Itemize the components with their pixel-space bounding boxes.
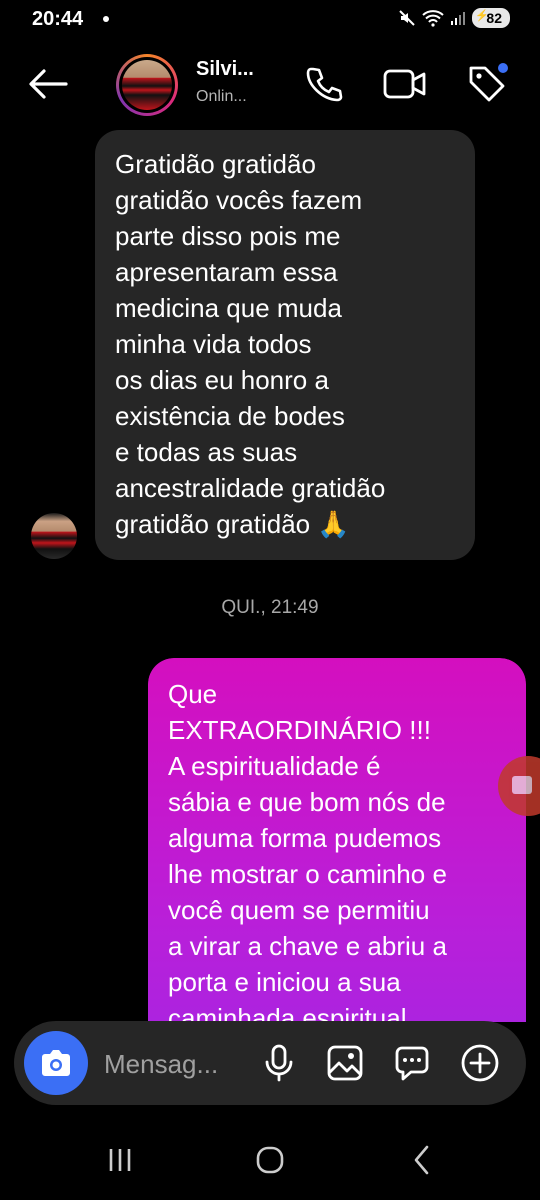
recent-apps-button[interactable] bbox=[90, 1140, 150, 1180]
voice-call-button[interactable] bbox=[299, 62, 347, 106]
home-button[interactable] bbox=[240, 1140, 300, 1180]
wifi-icon bbox=[422, 10, 445, 27]
recent-apps-icon bbox=[109, 1149, 131, 1171]
tag-icon bbox=[469, 63, 508, 102]
back-button[interactable] bbox=[26, 66, 70, 102]
notification-dot-icon bbox=[103, 16, 109, 22]
sender-avatar[interactable] bbox=[31, 513, 77, 559]
image-icon bbox=[327, 1045, 363, 1081]
sticker-icon bbox=[395, 1046, 429, 1081]
outgoing-message-clip: Que EXTRAORDINÁRIO !!! A espiritualidade… bbox=[148, 658, 526, 1022]
video-camera-icon bbox=[383, 69, 426, 99]
status-time: 20:44 bbox=[32, 8, 84, 30]
video-call-button[interactable] bbox=[381, 62, 429, 106]
camera-button[interactable] bbox=[24, 1031, 88, 1095]
signal-icon bbox=[451, 12, 466, 25]
status-icons: 82 bbox=[398, 8, 510, 28]
more-options-button[interactable] bbox=[458, 1041, 502, 1085]
contact-status: Onlin... bbox=[196, 88, 247, 105]
incoming-message-text: Gratidão gratidão gratidão vocês fazem p… bbox=[115, 149, 386, 539]
system-navigation-bar bbox=[0, 1120, 540, 1200]
tag-button[interactable] bbox=[463, 62, 511, 106]
microphone-icon bbox=[265, 1044, 293, 1082]
contact-name[interactable]: Silvi... bbox=[196, 58, 254, 81]
camera-icon bbox=[42, 1050, 70, 1076]
voice-message-button[interactable] bbox=[257, 1041, 301, 1085]
message-timestamp: QUI., 21:49 bbox=[221, 597, 319, 618]
sticker-button[interactable] bbox=[390, 1041, 434, 1085]
home-icon bbox=[256, 1146, 284, 1174]
battery-indicator: 82 bbox=[472, 8, 510, 28]
contact-avatar[interactable] bbox=[116, 54, 178, 116]
outgoing-message-text: Que EXTRAORDINÁRIO !!! A espiritualidade… bbox=[168, 679, 447, 1022]
message-composer bbox=[14, 1021, 526, 1105]
status-bar: 20:44 82 bbox=[0, 0, 540, 40]
message-input[interactable] bbox=[102, 1043, 256, 1085]
outgoing-message-bubble[interactable]: Que EXTRAORDINÁRIO !!! A espiritualidade… bbox=[148, 658, 526, 1022]
chat-header: Silvi... Onlin... bbox=[0, 44, 540, 124]
mute-icon bbox=[399, 10, 416, 26]
back-icon bbox=[414, 1145, 429, 1175]
incoming-message-bubble[interactable]: Gratidão gratidão gratidão vocês fazem p… bbox=[95, 130, 475, 560]
gallery-button[interactable] bbox=[323, 1041, 367, 1085]
phone-icon bbox=[306, 67, 343, 102]
back-arrow-icon bbox=[29, 69, 68, 99]
system-back-button[interactable] bbox=[392, 1140, 452, 1180]
plus-circle-icon bbox=[461, 1044, 499, 1082]
